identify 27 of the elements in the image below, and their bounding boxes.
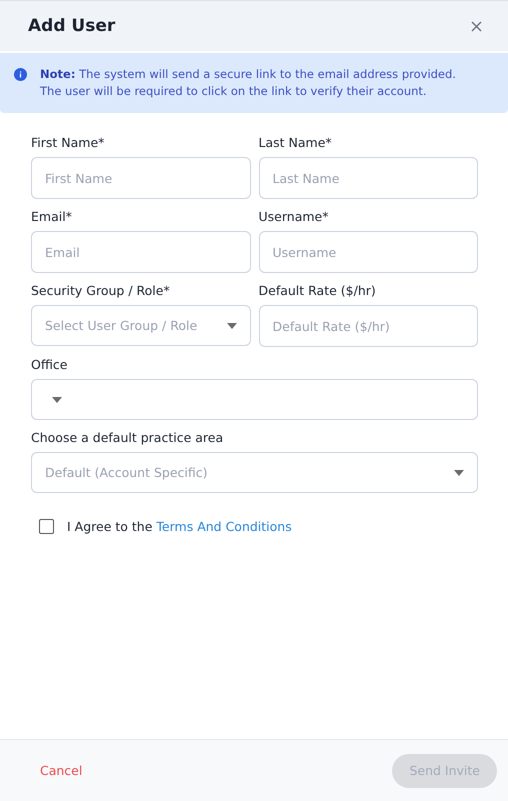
close-button[interactable] (469, 18, 484, 34)
field-label: Default Rate ($/hr) (258, 283, 377, 298)
cancel-button[interactable]: Cancel (40, 763, 82, 778)
text-field[interactable]: Default Rate ($/hr) (258, 305, 478, 347)
field-label: First Name* (31, 135, 106, 150)
text-field[interactable]: Username (258, 231, 478, 273)
text-field[interactable]: Last Name (258, 157, 478, 199)
text-field[interactable]: Email (31, 231, 250, 273)
select-field[interactable]: Select User Group / Role (31, 305, 250, 346)
select-field[interactable]: Default (Account Specific) (31, 452, 478, 493)
text-field[interactable]: First Name (31, 157, 250, 199)
field-label: Username* (258, 209, 330, 224)
caret-icon (454, 470, 464, 476)
terms-link[interactable]: Terms And Conditions (156, 519, 292, 534)
note-text: Note: The system will send a secure link to the email address provided. The user will be required to click on the link to verify their account. (40, 66, 456, 100)
select-field[interactable] (31, 379, 478, 420)
agree-checkbox[interactable] (39, 519, 54, 534)
field-label: Email* (31, 209, 73, 224)
agree-label: I Agree to the (67, 519, 152, 534)
field-label: Choose a default practice area (31, 430, 224, 445)
field-label: Office (31, 357, 68, 372)
info-icon (14, 68, 27, 81)
field-label: Security Group / Role* (31, 283, 171, 298)
caret-icon (52, 396, 62, 402)
caret-icon (226, 322, 236, 328)
dialog-title: Add User (28, 16, 116, 36)
field-label: Last Name* (258, 135, 333, 150)
